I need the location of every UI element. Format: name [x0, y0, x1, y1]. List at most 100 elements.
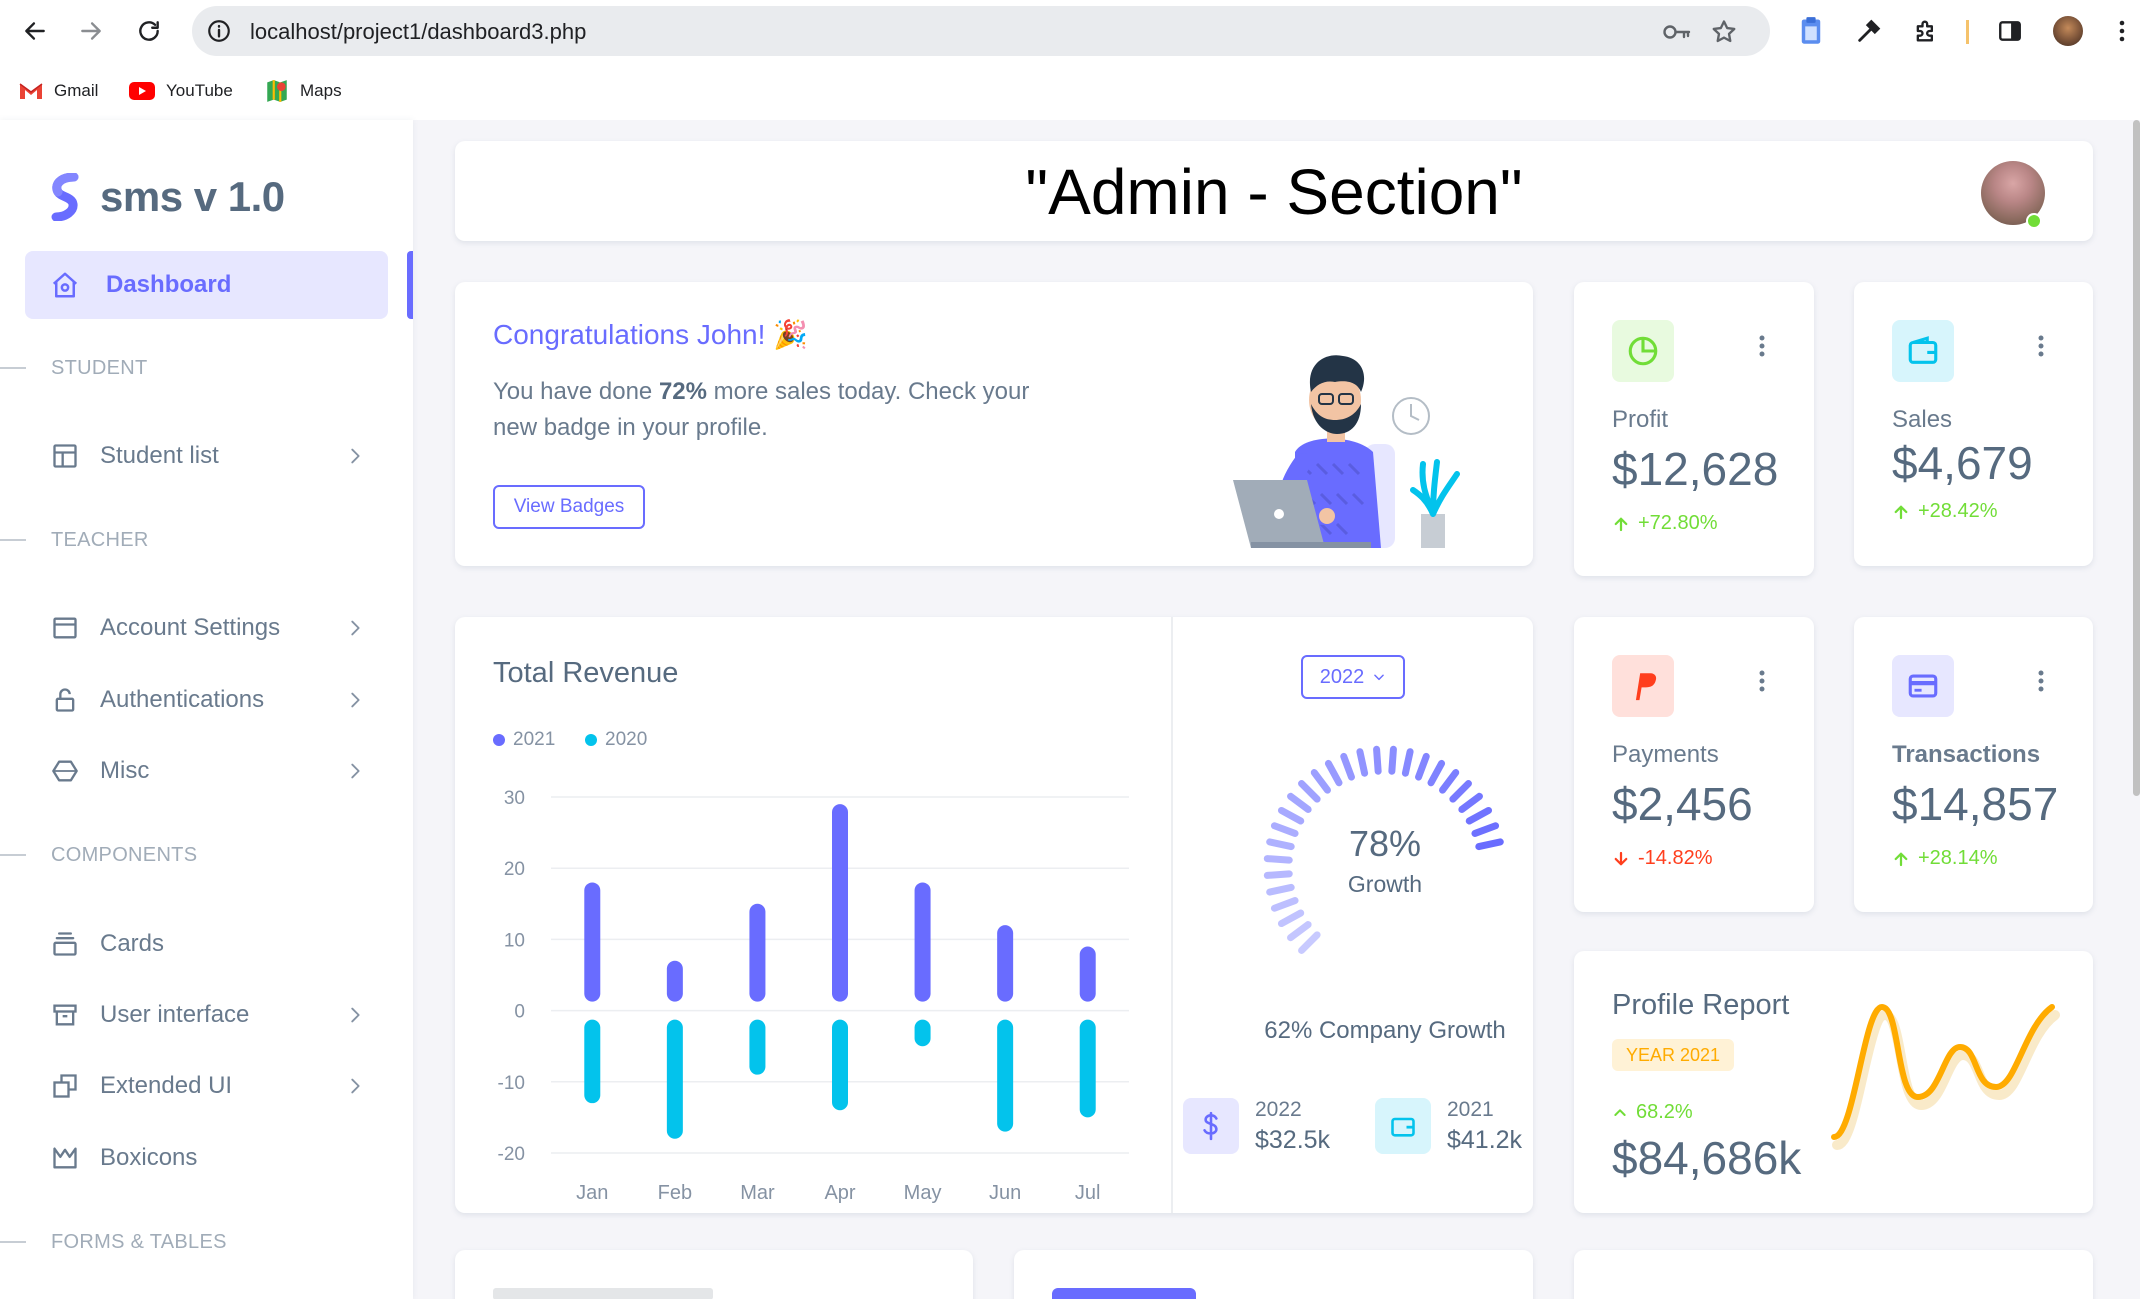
- arrow-up-icon: [1894, 505, 1908, 519]
- bookmark-label: Maps: [300, 81, 342, 100]
- bookmark-maps[interactable]: Maps: [264, 78, 342, 104]
- kebab-menu-icon[interactable]: [2037, 334, 2045, 358]
- bookmark-star-icon[interactable]: [1710, 18, 1738, 46]
- bar-2021-apr[interactable]: [832, 804, 848, 1002]
- sidebar-item-label: Authentications: [100, 686, 265, 713]
- bar-2021-jan[interactable]: [584, 882, 601, 1002]
- back-icon[interactable]: [16, 12, 54, 50]
- browser-menu-icon[interactable]: [2112, 15, 2132, 47]
- gauge-tick: [1310, 769, 1331, 794]
- bar-2021-feb[interactable]: [666, 960, 683, 1002]
- sidebar-item-boxicons[interactable]: Boxicons: [25, 1130, 388, 1186]
- sidebar-item-account-settings[interactable]: Account Settings: [25, 600, 388, 656]
- extensions-puzzle-icon[interactable]: [1910, 15, 1942, 47]
- stat-change-value: +28.14%: [1918, 847, 1998, 869]
- year-badge: YEAR 2021: [1612, 1039, 1735, 1071]
- stat-card-transactions: Transactions $14,857 +28.14%: [1854, 617, 2093, 912]
- password-key-icon[interactable]: [1662, 18, 1691, 46]
- arrow-up-icon: [1894, 852, 1908, 866]
- bar-2020-may[interactable]: [914, 1019, 931, 1047]
- gauge-tick: [1270, 897, 1299, 912]
- stat-change: -14.82%: [1612, 847, 1713, 870]
- sidebar-item-user-interface[interactable]: User interface: [25, 987, 388, 1043]
- sidebar-item-authentications[interactable]: Authentications: [25, 672, 388, 728]
- section-label: TEACHER: [51, 528, 149, 551]
- stat-value: $4,679: [1892, 437, 2033, 489]
- bar-2021-jul[interactable]: [1079, 946, 1096, 1002]
- sidebar-item-extended-ui[interactable]: Extended UI: [25, 1058, 388, 1114]
- kebab-menu-icon[interactable]: [1758, 669, 1766, 693]
- gauge-tick: [1356, 748, 1369, 777]
- bar-2020-jan[interactable]: [584, 1019, 601, 1104]
- stat-change-value: -14.82%: [1638, 847, 1713, 869]
- crown-icon: [50, 1143, 80, 1173]
- card-divider: [1171, 617, 1173, 1213]
- gauge-tick: [1263, 870, 1293, 879]
- x-tick-label: Jul: [1075, 1182, 1101, 1204]
- collection-icon: [50, 929, 80, 959]
- section-label: COMPONENTS: [51, 843, 198, 866]
- summary-amount: $41.2k: [1447, 1126, 1523, 1154]
- forward-icon[interactable]: [72, 12, 110, 50]
- stat-change: +28.14%: [1892, 847, 1998, 870]
- reload-icon[interactable]: [130, 12, 168, 50]
- eyedropper-icon[interactable]: [1853, 15, 1885, 47]
- year-dropdown[interactable]: 2022: [1301, 655, 1405, 699]
- bar-2020-jun[interactable]: [997, 1019, 1014, 1132]
- home-icon: [50, 270, 80, 300]
- y-tick-label: -20: [498, 1144, 525, 1165]
- sidebar-item-student-list[interactable]: Student list: [25, 428, 388, 484]
- profile-avatar-icon[interactable]: [2052, 15, 2084, 47]
- bookmark-gmail[interactable]: Gmail: [18, 78, 98, 104]
- brand[interactable]: sms v 1.0: [48, 170, 285, 224]
- gauge-tick: [1415, 752, 1430, 781]
- x-tick-label: Apr: [824, 1182, 855, 1204]
- layout-icon: [50, 441, 80, 471]
- summary-year: 2021: [1447, 1098, 1494, 1121]
- gauge-tick: [1471, 822, 1500, 837]
- wallet-icon: [1375, 1098, 1431, 1154]
- legend-label: 2020: [605, 729, 648, 750]
- gauge-tick: [1287, 792, 1312, 813]
- gauge-tick: [1449, 780, 1472, 803]
- page-scrollbar[interactable]: [2133, 120, 2140, 796]
- bar-2021-mar[interactable]: [749, 903, 766, 1002]
- section-header-teacher: TEACHER: [0, 526, 149, 554]
- kebab-menu-icon[interactable]: [2037, 669, 2045, 693]
- welcome-text-part: You have done: [493, 378, 659, 405]
- profile-change-value: 68.2%: [1636, 1101, 1693, 1123]
- youtube-icon: [129, 82, 155, 100]
- maps-icon: [267, 80, 287, 102]
- legend-item: 2020: [585, 729, 647, 751]
- welcome-title: Congratulations John! 🎉: [493, 319, 809, 350]
- browser-toolbar: localhost/project1/dashboard3.php: [0, 0, 2140, 62]
- extension-clipboard-icon[interactable]: [1795, 15, 1827, 47]
- side-panel-icon[interactable]: [1994, 15, 2026, 47]
- stat-label: Payments: [1612, 741, 1719, 768]
- gauge-tick: [1287, 921, 1312, 942]
- sidebar-item-misc[interactable]: Misc: [25, 743, 388, 799]
- gauge-tick: [1458, 792, 1483, 813]
- sidebar-item-label: Account Settings: [100, 614, 281, 641]
- bar-2021-jun[interactable]: [997, 925, 1014, 1002]
- copy-icon: [50, 1071, 80, 1101]
- kebab-menu-icon[interactable]: [1758, 334, 1766, 358]
- bar-2021-may[interactable]: [914, 882, 931, 1002]
- address-bar[interactable]: localhost/project1/dashboard3.php: [192, 6, 1770, 56]
- sidebar-item-cards[interactable]: Cards: [25, 916, 388, 972]
- view-badges-button[interactable]: View Badges: [493, 485, 645, 529]
- sidebar-item-dashboard[interactable]: Dashboard: [25, 251, 388, 319]
- active-indicator: [407, 251, 413, 319]
- bar-2020-jul[interactable]: [1079, 1019, 1096, 1118]
- x-tick-label: Jan: [576, 1182, 608, 1204]
- bar-2020-apr[interactable]: [832, 1019, 848, 1111]
- site-info-icon[interactable]: [206, 18, 232, 44]
- bar-2020-mar[interactable]: [749, 1019, 766, 1075]
- dollar-icon: [1183, 1098, 1239, 1154]
- bookmark-youtube[interactable]: YouTube: [128, 78, 233, 104]
- legend-label: 2021: [513, 729, 556, 750]
- bar-2020-feb[interactable]: [666, 1019, 683, 1139]
- stat-card-sales: Sales $4,679 +28.42%: [1854, 282, 2093, 566]
- active-tab-pill[interactable]: [1052, 1288, 1196, 1299]
- arrow-down-icon: [1614, 851, 1628, 865]
